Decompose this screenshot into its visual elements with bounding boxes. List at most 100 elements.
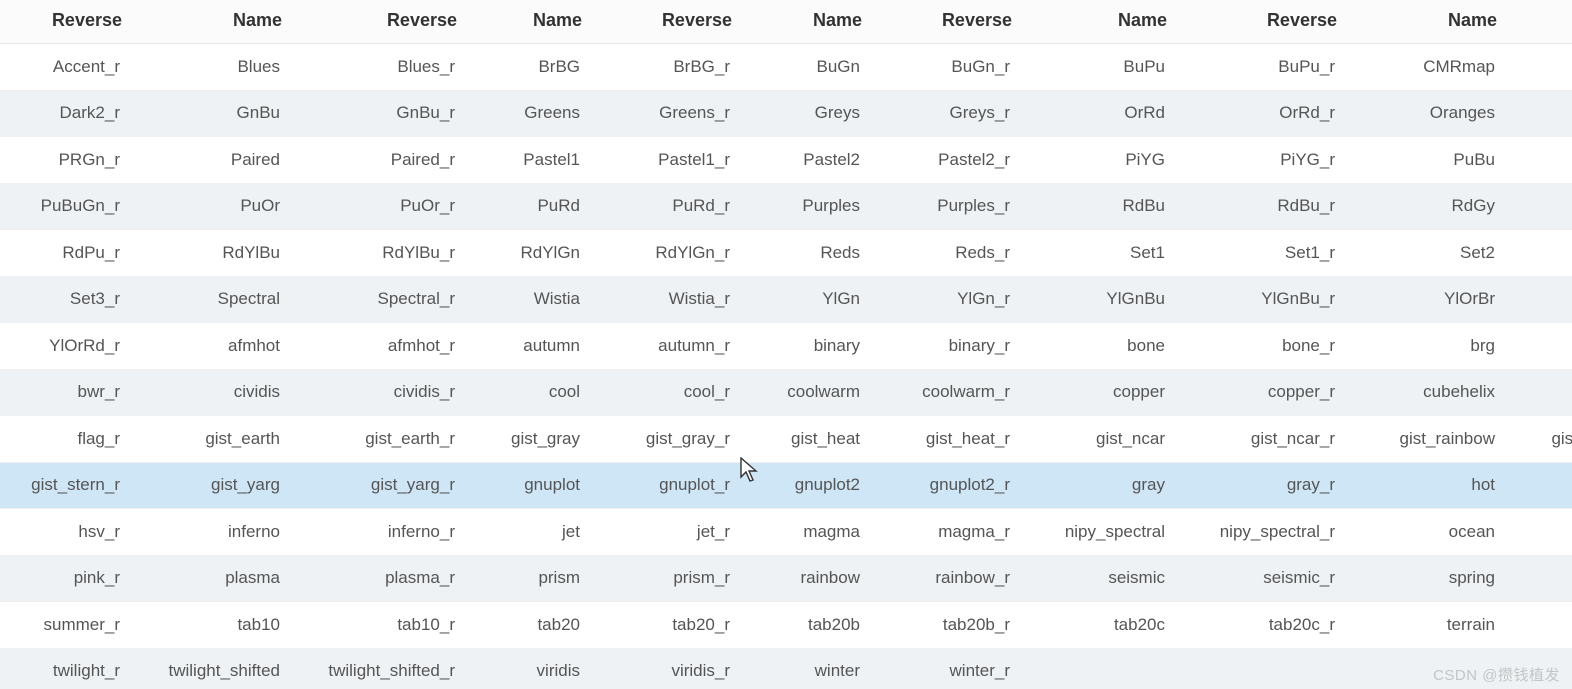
table-cell: brg — [1345, 323, 1505, 370]
table-cell: nipy_spectral — [1020, 509, 1175, 556]
table-cell: Paired — [130, 137, 290, 184]
table-cell: Spectral_r — [290, 276, 465, 323]
column-header: Reverse — [870, 0, 1020, 44]
table-cell: gist_rainbow_r — [1505, 416, 1572, 463]
table-cell: tab10 — [130, 602, 290, 649]
table-cell: inferno — [130, 509, 290, 556]
column-header: Name — [1345, 0, 1505, 44]
table-cell: plasma — [130, 555, 290, 602]
table-cell: autumn_r — [590, 323, 740, 370]
table-row: PuBuGn_rPuOrPuOr_rPuRdPuRd_rPurplesPurpl… — [0, 183, 1572, 230]
table-cell: rainbow — [740, 555, 870, 602]
table-cell: Purples_r — [870, 183, 1020, 230]
table-cell: GnBu_r — [290, 90, 465, 137]
table-cell: jet — [465, 509, 590, 556]
table-cell: PuBu — [1345, 137, 1505, 184]
table-cell: cool_r — [590, 369, 740, 416]
table-cell: RdPu_r — [0, 230, 130, 277]
table-cell: afmhot_r — [290, 323, 465, 370]
table-cell: hsv_r — [0, 509, 130, 556]
table-cell: PuBuGn_r — [0, 183, 130, 230]
table-cell: CMRmap_r — [1505, 44, 1572, 91]
table-cell: Set3_r — [0, 276, 130, 323]
table-cell: RdGy — [1345, 183, 1505, 230]
column-header: Reverse — [290, 0, 465, 44]
table-cell: YlGnBu — [1020, 276, 1175, 323]
table-cell: Pastel2_r — [870, 137, 1020, 184]
table-cell: OrRd — [1020, 90, 1175, 137]
table-cell: Blues_r — [290, 44, 465, 91]
table-cell: spring — [1345, 555, 1505, 602]
column-header: Name — [130, 0, 290, 44]
table-cell: Greys — [740, 90, 870, 137]
table-cell: terrain — [1345, 602, 1505, 649]
table-cell: YlOrBr — [1345, 276, 1505, 323]
table-cell: YlOrRd_r — [0, 323, 130, 370]
table-cell: cool — [465, 369, 590, 416]
table-cell: tab20b — [740, 602, 870, 649]
column-header: Reverse — [0, 0, 130, 44]
table-cell: Accent_r — [0, 44, 130, 91]
table-cell: gray_r — [1175, 462, 1345, 509]
table-cell: PiYG_r — [1175, 137, 1345, 184]
table-cell: cubehelix — [1345, 369, 1505, 416]
table-cell: gist_gray_r — [590, 416, 740, 463]
table-cell: tab20b_r — [870, 602, 1020, 649]
table-cell: winter_r — [870, 648, 1020, 689]
table-cell: tab20 — [465, 602, 590, 649]
table-row: gist_stern_rgist_yarggist_yarg_rgnuplotg… — [0, 462, 1572, 509]
table-cell: Oranges_r — [1505, 90, 1572, 137]
colormap-table: ReverseNameReverseNameReverseNameReverse… — [0, 0, 1572, 689]
table-cell: coolwarm — [740, 369, 870, 416]
table-cell: bone — [1020, 323, 1175, 370]
table-cell: BrBG_r — [590, 44, 740, 91]
table-cell: RdYlGn — [465, 230, 590, 277]
table-cell: YlGn_r — [870, 276, 1020, 323]
table-row: PRGn_rPairedPaired_rPastel1Pastel1_rPast… — [0, 137, 1572, 184]
table-cell: BuPu — [1020, 44, 1175, 91]
table-cell: tab10_r — [290, 602, 465, 649]
table-cell: RdBu_r — [1175, 183, 1345, 230]
table-cell: viridis_r — [590, 648, 740, 689]
table-cell: Set2_r — [1505, 230, 1572, 277]
table-cell: twilight_shifted — [130, 648, 290, 689]
table-cell: copper_r — [1175, 369, 1345, 416]
table-cell — [1175, 648, 1345, 689]
table-cell: gist_ncar_r — [1175, 416, 1345, 463]
table-cell: Paired_r — [290, 137, 465, 184]
table-cell: RdYlBu_r — [290, 230, 465, 277]
table-row: Accent_rBluesBlues_rBrBGBrBG_rBuGnBuGn_r… — [0, 44, 1572, 91]
table-cell: cividis_r — [290, 369, 465, 416]
table-row: Set3_rSpectralSpectral_rWistiaWistia_rYl… — [0, 276, 1572, 323]
table-cell: gnuplot2 — [740, 462, 870, 509]
table-cell: PuRd_r — [590, 183, 740, 230]
table-cell: twilight_r — [0, 648, 130, 689]
table-cell: Pastel1_r — [590, 137, 740, 184]
table-cell: Purples — [740, 183, 870, 230]
table-cell: viridis — [465, 648, 590, 689]
table-cell: nipy_spectral_r — [1175, 509, 1345, 556]
table-cell: Reds — [740, 230, 870, 277]
table-cell: Set1 — [1020, 230, 1175, 277]
table-cell: flag_r — [0, 416, 130, 463]
table-cell: BuGn_r — [870, 44, 1020, 91]
table-cell: autumn — [465, 323, 590, 370]
table-row: YlOrRd_rafmhotafmhot_rautumnautumn_rbina… — [0, 323, 1572, 370]
table-cell: cubehelix_r — [1505, 369, 1572, 416]
table-cell — [1020, 648, 1175, 689]
table-cell — [1345, 648, 1505, 689]
table-cell: Set1_r — [1175, 230, 1345, 277]
table-cell: hot — [1345, 462, 1505, 509]
table-cell: bwr_r — [0, 369, 130, 416]
table-cell: YlGn — [740, 276, 870, 323]
table-cell: gnuplot2_r — [870, 462, 1020, 509]
table-cell: summer_r — [0, 602, 130, 649]
table-row: summer_rtab10tab10_rtab20tab20_rtab20bta… — [0, 602, 1572, 649]
table-row: pink_rplasmaplasma_rprismprism_rrainbowr… — [0, 555, 1572, 602]
table-cell: tab20c — [1020, 602, 1175, 649]
table-cell: prism_r — [590, 555, 740, 602]
table-cell: brg_r — [1505, 323, 1572, 370]
column-header: Name — [465, 0, 590, 44]
table-cell: GnBu — [130, 90, 290, 137]
table-cell: gist_earth_r — [290, 416, 465, 463]
